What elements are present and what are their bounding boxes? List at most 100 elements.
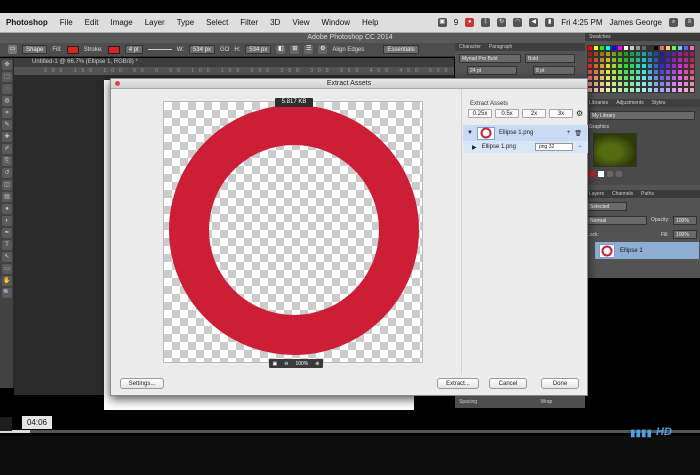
gear-icon[interactable]: ⚙ <box>318 45 328 54</box>
tab-paragraph[interactable]: Paragraph <box>489 43 512 51</box>
sub-asset-name[interactable]: Ellipse 1.png <box>482 144 516 150</box>
menu-window[interactable]: Window <box>316 18 356 27</box>
app-status-icon[interactable]: ▣ <box>437 18 447 27</box>
search-icon[interactable]: ⌕ <box>669 18 678 27</box>
layer-filter-select[interactable]: Selected <box>587 202 627 211</box>
menu-app-photoshop[interactable]: Photoshop <box>0 18 54 27</box>
zoom-icon[interactable]: 🔍 <box>2 288 12 298</box>
menu-edit[interactable]: Edit <box>79 18 105 27</box>
trash-icon[interactable]: 🗑 <box>574 130 582 137</box>
opacity-field[interactable]: 100% <box>673 216 697 225</box>
align-edges-checkbox[interactable]: Align Edges <box>332 47 364 53</box>
asset-name[interactable]: Ellipse 1.png <box>499 130 533 136</box>
menu-file[interactable]: File <box>54 18 79 27</box>
done-button[interactable]: Done <box>541 378 579 389</box>
quality-bars-icon[interactable]: ▮▮▮▮ <box>630 428 652 439</box>
scale-2x-button[interactable]: 2x <box>522 109 546 118</box>
wifi-icon[interactable]: ◠ <box>513 18 523 27</box>
remove-icon[interactable]: − <box>578 144 582 150</box>
leading-field[interactable]: 8 pt <box>533 66 575 75</box>
layer-row-ellipse[interactable]: Ellipse 1 <box>595 242 699 259</box>
hd-icon[interactable]: HD <box>656 426 672 438</box>
stroke-width-field[interactable]: 4 pt <box>124 45 143 54</box>
path-align-icon[interactable]: ⊞ <box>290 45 300 54</box>
document-tab[interactable]: Untitled-1 @ 66.7% (Ellipse 1, RGB/8) * <box>14 58 454 67</box>
menu-3d[interactable]: 3D <box>264 18 286 27</box>
swatch-cell[interactable] <box>689 87 695 93</box>
tab-layers[interactable]: Layers <box>589 190 604 198</box>
path-arrange-icon[interactable]: ☰ <box>304 45 314 54</box>
menu-help[interactable]: Help <box>356 18 384 27</box>
menu-type[interactable]: Type <box>171 18 200 27</box>
quick-select-icon[interactable]: ◍ <box>2 96 12 106</box>
brush-icon[interactable]: ✐ <box>2 144 12 154</box>
tab-styles[interactable]: Styles <box>652 99 666 107</box>
zoom-out-icon[interactable]: ⊖ <box>284 361 288 367</box>
asset-sub-row[interactable]: ▶ Ellipse 1.png png 32 − <box>463 141 588 153</box>
eyedropper-icon[interactable]: ✎ <box>2 120 12 130</box>
tab-character[interactable]: Character <box>459 43 481 51</box>
shape-icon[interactable]: ▭ <box>2 264 12 274</box>
library-select[interactable]: My Library <box>589 111 695 120</box>
expand-triangle-icon[interactable]: ▶ <box>472 144 477 151</box>
lasso-icon[interactable]: ◌ <box>2 84 12 94</box>
blur-icon[interactable]: ● <box>2 204 12 214</box>
hand-icon[interactable]: ✋ <box>2 276 12 286</box>
link-label[interactable]: GO <box>220 47 229 53</box>
dodge-icon[interactable]: ◐ <box>2 216 12 226</box>
healing-icon[interactable]: ✚ <box>2 132 12 142</box>
user-name[interactable]: James George <box>610 18 662 27</box>
shape-tool-icon[interactable]: ▭ <box>8 45 17 54</box>
scale-0.25x-button[interactable]: 0.25x <box>468 109 492 118</box>
collapse-triangle-icon[interactable]: ▼ <box>467 130 473 136</box>
cloud-icon[interactable] <box>616 171 622 177</box>
add-icon[interactable]: + <box>567 130 571 136</box>
menu-filter[interactable]: Filter <box>234 18 264 27</box>
volume-icon[interactable]: ◀ <box>529 18 539 27</box>
fill-field[interactable]: 100% <box>673 230 697 239</box>
type-icon[interactable]: T <box>2 240 12 250</box>
move-icon[interactable]: ✥ <box>2 60 12 70</box>
record-icon[interactable]: ● <box>465 18 475 27</box>
library-color-swatch-white[interactable] <box>598 171 604 177</box>
scale-3x-button[interactable]: 3x <box>549 109 573 118</box>
stroke-type-line[interactable] <box>147 49 172 50</box>
play-icon[interactable] <box>0 417 12 431</box>
zoom-in-icon[interactable]: ⊕ <box>315 361 319 367</box>
bluetooth-icon[interactable]: ᛒ <box>481 18 491 27</box>
add-icon[interactable] <box>607 171 613 177</box>
pen-icon[interactable]: ✒ <box>2 228 12 238</box>
tab-paths[interactable]: Paths <box>641 190 654 198</box>
cancel-button[interactable]: Cancel <box>489 378 527 389</box>
path-ops-icon[interactable]: ◧ <box>276 45 286 54</box>
gear-icon[interactable]: ⚙ <box>576 109 583 118</box>
shape-mode-select[interactable]: Shape <box>22 45 48 54</box>
battery-icon[interactable]: ▮ <box>545 18 555 27</box>
fill-color-swatch[interactable] <box>66 45 79 54</box>
wrap-label[interactable]: Wrap <box>540 399 552 405</box>
scale-0.5x-button[interactable]: 0.5x <box>495 109 519 118</box>
asset-row[interactable]: ▼ Ellipse 1.png + 🗑 <box>463 125 588 141</box>
tab-adjustments[interactable]: Adjustments <box>616 99 644 107</box>
library-color-swatch[interactable] <box>589 171 595 177</box>
font-family-select[interactable]: Myriad Pro Bold <box>459 54 521 63</box>
font-style-select[interactable]: Bold <box>525 54 575 63</box>
menu-view[interactable]: View <box>286 18 315 27</box>
history-brush-icon[interactable]: ↺ <box>2 168 12 178</box>
stamp-icon[interactable]: ⎘ <box>2 156 12 166</box>
font-size-field[interactable]: 24 pt <box>467 66 517 75</box>
menu-list-icon[interactable]: ≡ <box>685 18 694 27</box>
gradient-icon[interactable]: ▤ <box>2 192 12 202</box>
close-icon[interactable] <box>115 81 120 86</box>
tab-swatches[interactable]: Swatches <box>589 33 611 41</box>
clock[interactable]: Fri 4:25 PM <box>561 18 602 27</box>
path-select-icon[interactable]: ↖ <box>2 252 12 262</box>
width-field[interactable]: 534 px <box>188 45 215 54</box>
tab-channels[interactable]: Channels <box>612 190 633 198</box>
settings-button[interactable]: Settings... <box>120 378 164 389</box>
video-progress-track[interactable] <box>0 430 700 433</box>
library-graphic-thumbnail[interactable] <box>593 133 637 167</box>
swatch-grid[interactable] <box>587 45 695 97</box>
blend-mode-select[interactable]: Normal <box>587 216 647 225</box>
fit-icon[interactable]: ▣ <box>273 361 278 367</box>
